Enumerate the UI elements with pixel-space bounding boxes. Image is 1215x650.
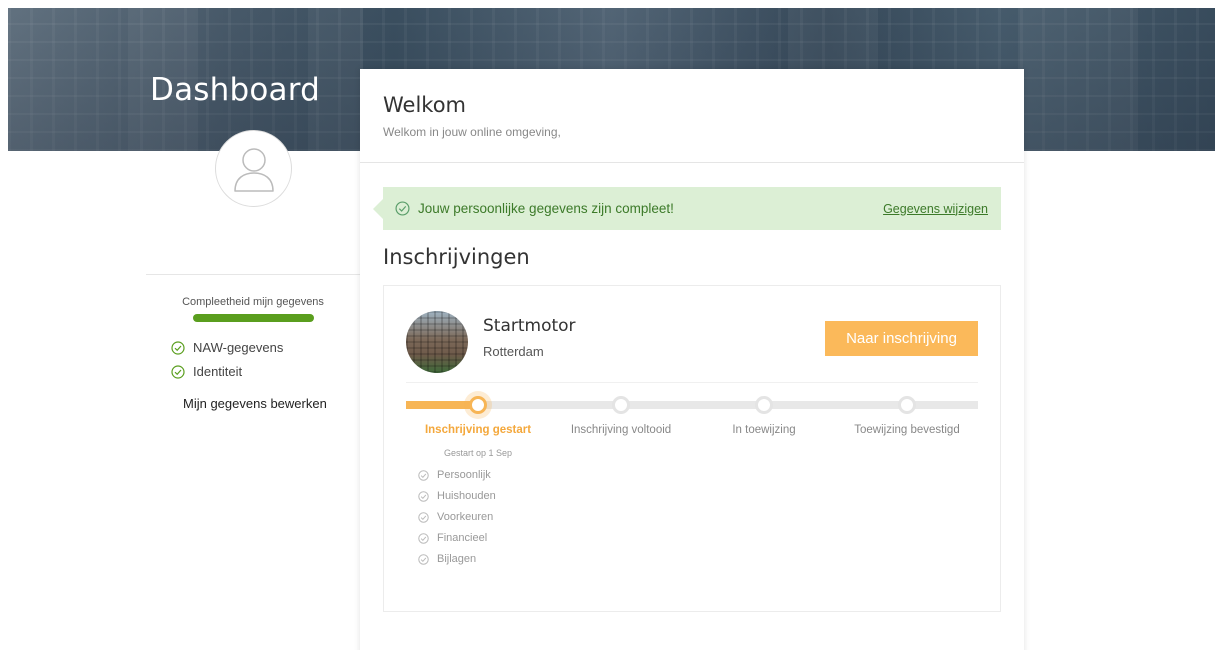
sub-item-preferences: Voorkeuren	[418, 511, 493, 523]
sub-item-label: Financieel	[437, 532, 488, 544]
welcome-title: Welkom	[383, 93, 467, 117]
registration-card: Startmotor Rotterdam Naar inschrijving I…	[383, 285, 1001, 612]
check-circle-icon	[418, 532, 429, 544]
registration-name: Startmotor	[483, 316, 576, 336]
welcome-subtitle: Welkom in jouw online omgeving,	[383, 125, 561, 139]
step-dot-allocation	[755, 396, 773, 414]
page-title: Dashboard	[150, 72, 320, 108]
edit-details-link[interactable]: Gegevens wijzigen	[883, 202, 988, 216]
step-label-confirmed: Toewijzing bevestigd	[854, 424, 960, 436]
go-to-registration-button[interactable]: Naar inschrijving	[825, 321, 978, 356]
progress-track	[406, 401, 978, 409]
check-circle-icon	[171, 340, 185, 355]
check-item-identiteit: Identiteit	[171, 364, 242, 379]
check-item-label: Identiteit	[193, 364, 243, 379]
step-label-started: Inschrijving gestart	[424, 424, 532, 436]
sub-item-label: Huishouden	[437, 490, 496, 502]
progress-track-fill	[406, 401, 478, 409]
alert-text: Jouw persoonlijke gegevens zijn compleet…	[418, 201, 674, 216]
sub-item-label: Persoonlijk	[437, 469, 491, 481]
property-image	[406, 311, 468, 373]
registration-divider	[406, 382, 978, 383]
user-icon	[233, 147, 274, 192]
edit-profile-link[interactable]: Mijn gegevens bewerken	[183, 396, 327, 411]
avatar[interactable]	[215, 130, 292, 207]
sub-item-personal: Persoonlijk	[418, 469, 491, 481]
sub-item-label: Voorkeuren	[437, 511, 494, 523]
check-circle-icon	[418, 553, 429, 565]
check-circle-icon	[171, 364, 185, 379]
sidebar-divider	[146, 274, 360, 275]
step-label-completed: Inschrijving voltooid	[570, 424, 672, 436]
sub-item-financial: Financieel	[418, 532, 487, 544]
step-dot-completed	[612, 396, 630, 414]
step-started-date: Gestart op 1 Sep	[443, 448, 513, 458]
registrations-title: Inschrijvingen	[383, 245, 530, 269]
check-item-label: NAW-gegevens	[193, 340, 284, 355]
main-card: Welkom Welkom in jouw online omgeving, J…	[360, 69, 1024, 650]
step-label-allocation: In toewijzing	[732, 424, 796, 436]
welcome-header: Welkom Welkom in jouw online omgeving,	[360, 69, 1024, 163]
sub-item-label: Bijlagen	[437, 553, 477, 565]
success-alert: Jouw persoonlijke gegevens zijn compleet…	[373, 187, 1001, 230]
step-dot-confirmed	[898, 396, 916, 414]
registration-city: Rotterdam	[483, 344, 544, 359]
check-circle-icon	[418, 469, 429, 481]
step-dot-started	[469, 396, 487, 414]
sub-item-household: Huishouden	[418, 490, 496, 502]
sub-item-attachments: Bijlagen	[418, 553, 476, 565]
check-item-naw: NAW-gegevens	[171, 340, 283, 355]
check-circle-icon	[418, 511, 429, 523]
completeness-progress-bar	[193, 314, 314, 322]
check-circle-icon	[418, 490, 429, 502]
check-circle-icon	[395, 201, 410, 216]
completeness-label: Compleetheid mijn gegevens	[182, 296, 324, 308]
